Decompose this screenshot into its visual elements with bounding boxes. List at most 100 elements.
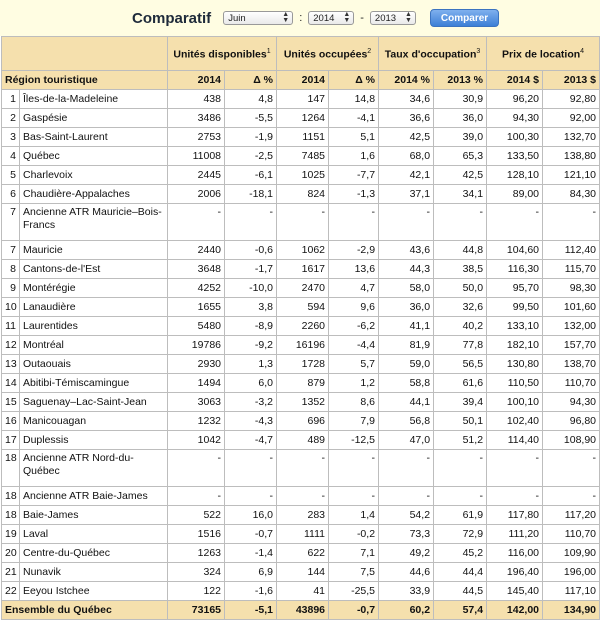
cell-occupied-delta: -7,7 — [328, 165, 380, 185]
year-to-select[interactable]: 2013 ▲ ▼ — [369, 11, 416, 25]
year-from-value: 2014 — [313, 12, 335, 24]
column-header-region[interactable]: Région touristique — [1, 70, 168, 90]
cell-occupied-delta: - — [328, 203, 380, 241]
region-name: Charlevoix — [19, 165, 168, 185]
cell-rate-2014: 44,3 — [378, 259, 435, 279]
table-row: 1 Îles-de-la-Madeleine 438 4,8 147 14,8 34,6 30… — [1, 89, 600, 109]
footnote-ref[interactable]: 3 — [476, 48, 480, 55]
cell-units-delta: -1,7 — [223, 259, 278, 279]
cell-units-delta: -3,2 — [223, 392, 278, 412]
cell-price-2013: 121,10 — [542, 165, 600, 185]
cell-occupied-delta: -1,3 — [328, 184, 380, 204]
table-row: 4 Québec 11008 -2,5 7485 1,6 68,0 65,3 133,50 138… — [1, 146, 600, 166]
row-number: 18 — [1, 449, 20, 487]
table-row: 11 Laurentides 5480 -8,9 2260 -6,2 41,1 40,2 133… — [1, 316, 600, 336]
cell-units-delta: -8,9 — [223, 316, 278, 336]
cell-units-2014: 438 — [167, 89, 225, 109]
column-header-rate-2014[interactable]: 2014 % — [378, 70, 435, 90]
row-number: 18 — [1, 505, 20, 525]
column-header-occupied-delta[interactable]: Δ % — [328, 70, 380, 90]
region-name: Centre-du-Québec — [19, 543, 168, 563]
cell-price-2013: 96,80 — [542, 411, 600, 431]
row-number: 15 — [1, 392, 20, 412]
cell-price-2013: - — [542, 449, 600, 487]
cell-units-2014: 4252 — [167, 278, 225, 298]
cell-occupied-2014: 43896 — [276, 600, 330, 620]
cell-occupied-2014: 7485 — [276, 146, 330, 166]
row-number: 8 — [1, 259, 20, 279]
column-header-price-2013[interactable]: 2013 $ — [542, 70, 600, 90]
cell-price-2014: 182,10 — [486, 335, 544, 355]
cell-rate-2014: 44,6 — [378, 562, 435, 582]
column-header-units-delta[interactable]: Δ % — [223, 70, 278, 90]
row-number: 2 — [1, 108, 20, 128]
cell-rate-2013: 50,1 — [433, 411, 488, 431]
table-row: 19 Laval 1516 -0,7 1111 -0,2 73,3 72,9 111,20 110… — [1, 524, 600, 544]
month-select[interactable]: Juin ▲ ▼ — [223, 11, 294, 25]
cell-units-2014: 2753 — [167, 127, 225, 147]
cell-units-delta: 6,0 — [223, 373, 278, 393]
cell-price-2013: 98,30 — [542, 278, 600, 298]
cell-units-delta: - — [223, 486, 278, 506]
region-name: Ancienne ATR Nord-du-Québec — [19, 449, 168, 487]
cell-units-delta: -5,1 — [223, 600, 278, 620]
cell-occupied-delta: 5,1 — [328, 127, 380, 147]
cell-price-2014: 95,70 — [486, 278, 544, 298]
table-row: 15 Saguenay–Lac-Saint-Jean 3063 -3,2 1352 8,6… — [1, 392, 600, 412]
cell-rate-2014: 36,6 — [378, 108, 435, 128]
row-number: 11 — [1, 316, 20, 336]
footnote-ref[interactable]: 2 — [367, 48, 371, 55]
cell-occupied-delta: -4,1 — [328, 108, 380, 128]
cell-price-2013: 92,00 — [542, 108, 600, 128]
cell-occupied-2014: 1352 — [276, 392, 330, 412]
region-name: Duplessis — [19, 430, 168, 450]
cell-units-2014: 1042 — [167, 430, 225, 450]
cell-price-2014: 110,50 — [486, 373, 544, 393]
cell-units-2014: 324 — [167, 562, 225, 582]
cell-units-2014: 19786 — [167, 335, 225, 355]
group-label: Unités disponibles — [173, 48, 267, 61]
column-header-rate-2013[interactable]: 2013 % — [433, 70, 488, 90]
footnote-ref[interactable]: 1 — [267, 48, 271, 55]
row-number: 10 — [1, 297, 20, 317]
cell-occupied-delta: 14,8 — [328, 89, 380, 109]
cell-price-2014: 116,30 — [486, 259, 544, 279]
cell-occupied-2014: 1062 — [276, 240, 330, 260]
table-row: 7 Mauricie 2440 -0,6 1062 -2,9 43,6 44,8 104,60 1… — [1, 240, 600, 260]
cell-rate-2014: 60,2 — [378, 600, 435, 620]
cell-rate-2013: 42,5 — [433, 165, 488, 185]
cell-occupied-delta: -4,4 — [328, 335, 380, 355]
cell-occupied-delta: - — [328, 486, 380, 506]
cell-rate-2014: 59,0 — [378, 354, 435, 374]
cell-rate-2013: 77,8 — [433, 335, 488, 355]
stats-table: Unités disponibles1 Unités occupées2 Tau… — [1, 36, 600, 620]
table-row: 18 Baie-James 522 16,0 283 1,4 54,2 61,9 117,80 1… — [1, 505, 600, 525]
cell-rate-2014: 73,3 — [378, 524, 435, 544]
cell-units-2014: 3486 — [167, 108, 225, 128]
cell-units-2014: - — [167, 486, 225, 506]
cell-rate-2014: 43,6 — [378, 240, 435, 260]
region-name: Montérégie — [19, 278, 168, 298]
column-header-price-2014[interactable]: 2014 $ — [486, 70, 544, 90]
footnote-ref[interactable]: 4 — [580, 48, 584, 55]
cell-units-delta: 4,8 — [223, 89, 278, 109]
cell-units-delta: -1,4 — [223, 543, 278, 563]
cell-occupied-delta: 1,6 — [328, 146, 380, 166]
compare-button[interactable]: Comparer — [429, 9, 500, 27]
cell-price-2014: 94,30 — [486, 108, 544, 128]
row-number: 4 — [1, 146, 20, 166]
dash-separator: - — [360, 12, 364, 24]
cell-units-2014: 2006 — [167, 184, 225, 204]
table-row: 12 Montréal 19786 -9,2 16196 -4,4 81,9 77,8 182,… — [1, 335, 600, 355]
cell-price-2014: 104,60 — [486, 240, 544, 260]
cell-occupied-delta: 7,5 — [328, 562, 380, 582]
row-number: 17 — [1, 430, 20, 450]
cell-occupied-2014: - — [276, 203, 330, 241]
group-header-price: Prix de location4 — [486, 36, 600, 71]
column-header-units-2014[interactable]: 2014 — [167, 70, 225, 90]
row-number: 22 — [1, 581, 20, 601]
cell-units-2014: - — [167, 203, 225, 241]
year-from-select[interactable]: 2014 ▲ ▼ — [308, 11, 355, 25]
cell-price-2013: 196,00 — [542, 562, 600, 582]
column-header-occupied-2014[interactable]: 2014 — [276, 70, 330, 90]
